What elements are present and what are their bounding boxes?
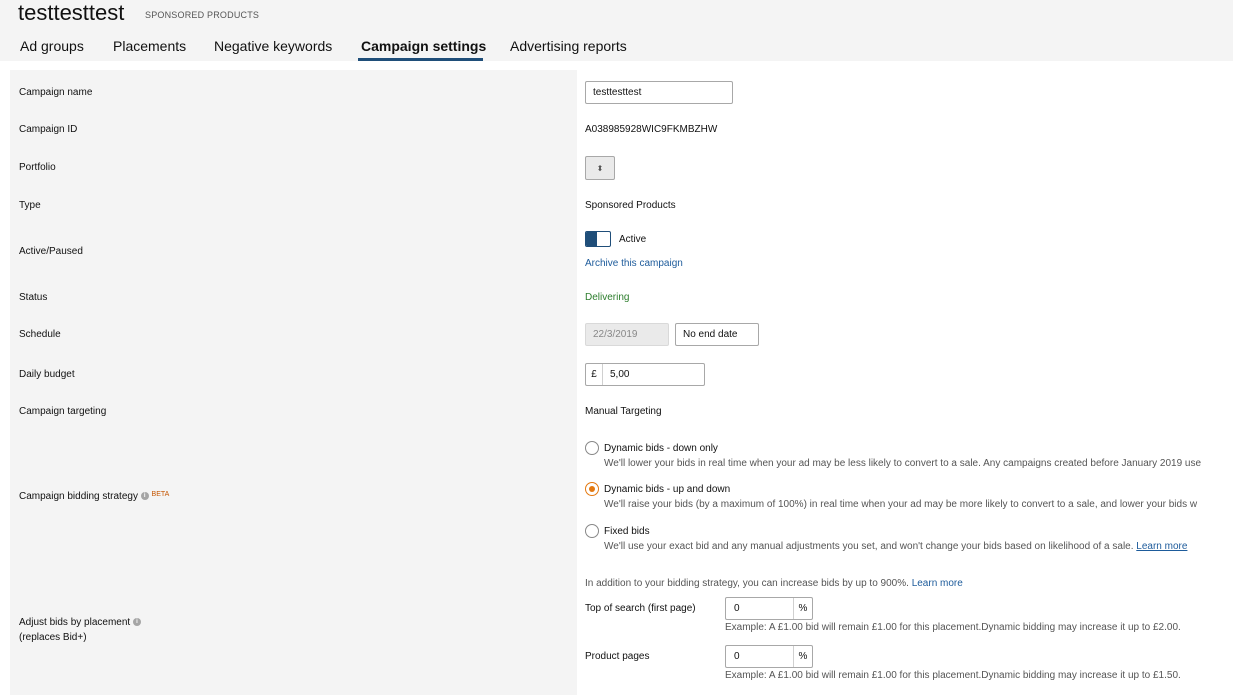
adjust-bids-intro: In addition to your bidding strategy, yo… — [585, 578, 963, 589]
adjust-bids-sublabel: (replaces Bid+) — [19, 632, 87, 643]
option-description: We'll lower your bids in real time when … — [604, 458, 1202, 469]
campaign-id-value: A038985928WIC9FKMBZHW — [585, 124, 718, 135]
row-label: Portfolio — [19, 162, 56, 173]
radio-dynamic-up-down[interactable] — [585, 482, 599, 496]
intro-text: In addition to your bidding strategy, yo… — [585, 578, 909, 589]
row-label: Type — [19, 200, 41, 211]
row-adjust-bids: Adjust bids by placement i (replaces Bid… — [10, 566, 1233, 695]
portfolio-select[interactable]: ⬍ — [585, 156, 615, 180]
row-portfolio: Portfolio ⬍ — [10, 146, 1233, 189]
adjust-bids-label: Adjust bids by placement — [19, 617, 131, 628]
info-icon[interactable]: i — [132, 618, 141, 627]
row-active-paused: Active/Paused Active Archive this campai… — [10, 222, 1233, 281]
info-icon[interactable]: i — [140, 492, 149, 501]
active-toggle[interactable] — [585, 231, 611, 247]
row-label: Active/Paused — [19, 246, 83, 257]
campaign-name-input[interactable]: testtesttest — [585, 81, 733, 104]
tab-advertising-reports[interactable]: Advertising reports — [510, 38, 627, 54]
up-down-caret-icon: ⬍ — [596, 163, 604, 173]
placement-label: Top of search (first page) — [585, 603, 696, 614]
page-header: testtesttest SPONSORED PRODUCTS Ad group… — [0, 0, 1233, 61]
learn-more-link[interactable]: Learn more — [1136, 541, 1187, 552]
placement-value: 0 — [734, 651, 740, 662]
learn-more-link[interactable]: Learn more — [912, 578, 963, 589]
option-description: We'll use your exact bid and any manual … — [604, 541, 1187, 552]
active-tab-indicator — [358, 58, 483, 61]
product-pages-input[interactable]: 0 % — [725, 645, 813, 668]
daily-budget-value: 5,00 — [610, 369, 630, 380]
bidding-strategy-label: Campaign bidding strategy — [19, 491, 138, 502]
percent-suffix: % — [793, 598, 812, 619]
fixed-bids-description: We'll use your exact bid and any manual … — [604, 541, 1134, 552]
row-daily-budget: Daily budget £ 5,00 — [10, 354, 1233, 395]
archive-campaign-link[interactable]: Archive this campaign — [585, 258, 683, 269]
row-campaign-targeting: Campaign targeting Manual Targeting — [10, 394, 1233, 429]
row-bidding-strategy: Campaign bidding strategy i BETA Dynamic… — [10, 428, 1233, 567]
daily-budget-input[interactable]: £ 5,00 — [585, 363, 705, 386]
placement-label: Product pages — [585, 651, 650, 662]
type-value: Sponsored Products — [585, 200, 676, 211]
tab-placements[interactable]: Placements — [113, 38, 186, 54]
option-title: Dynamic bids - down only — [604, 443, 718, 454]
schedule-end-date[interactable]: No end date — [675, 323, 759, 346]
row-status: Status Delivering — [10, 280, 1233, 315]
row-campaign-id: Campaign ID A038985928WIC9FKMBZHW — [10, 112, 1233, 147]
percent-suffix: % — [793, 646, 812, 667]
toggle-knob — [586, 232, 597, 246]
page-title: testtesttest — [18, 0, 125, 25]
row-campaign-name: Campaign name testtesttest — [10, 70, 1233, 113]
option-title: Dynamic bids - up and down — [604, 484, 731, 495]
tab-ad-groups[interactable]: Ad groups — [20, 38, 84, 54]
toggle-label: Active — [619, 234, 647, 245]
placement-example: Example: A £1.00 bid will remain £1.00 f… — [725, 622, 1181, 633]
row-label: Campaign ID — [19, 124, 78, 135]
row-label: Campaign targeting — [19, 406, 107, 417]
beta-badge: BETA — [151, 491, 170, 498]
top-of-search-input[interactable]: 0 % — [725, 597, 813, 620]
row-label: Campaign name — [19, 87, 93, 98]
row-label: Daily budget — [19, 369, 75, 380]
campaign-type-subtitle: SPONSORED PRODUCTS — [145, 10, 260, 20]
row-label: Campaign bidding strategy i BETA — [19, 491, 169, 502]
radio-fixed-bids[interactable] — [585, 524, 599, 538]
radio-dynamic-down-only[interactable] — [585, 441, 599, 455]
placement-example: Example: A £1.00 bid will remain £1.00 f… — [725, 670, 1181, 681]
schedule-start-date: 22/3/2019 — [585, 323, 669, 346]
row-type: Type Sponsored Products — [10, 188, 1233, 223]
row-schedule: Schedule 22/3/2019 No end date — [10, 314, 1233, 355]
placement-value: 0 — [734, 603, 740, 614]
option-title: Fixed bids — [604, 526, 650, 537]
option-description: We'll raise your bids (by a maximum of 1… — [604, 499, 1198, 510]
row-label: Status — [19, 292, 48, 303]
tab-campaign-settings[interactable]: Campaign settings — [361, 38, 486, 54]
status-value: Delivering — [585, 292, 630, 303]
row-label: Schedule — [19, 329, 61, 340]
row-label: Adjust bids by placement i — [19, 617, 141, 628]
currency-prefix: £ — [586, 364, 603, 385]
campaign-targeting-value: Manual Targeting — [585, 406, 662, 417]
tab-negative-keywords[interactable]: Negative keywords — [214, 38, 332, 54]
